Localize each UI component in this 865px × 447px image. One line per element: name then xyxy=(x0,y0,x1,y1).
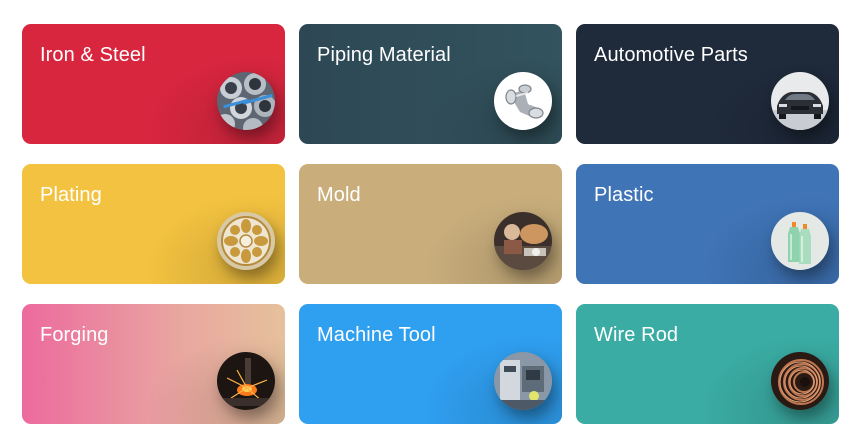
machine-tool-icon xyxy=(494,352,552,410)
plated-ornament-icon xyxy=(217,212,275,270)
category-card-automotive-parts[interactable]: Automotive Parts xyxy=(576,24,839,144)
pipe-elbow-icon xyxy=(494,72,552,130)
category-card-forging[interactable]: Forging xyxy=(22,304,285,424)
category-label: Machine Tool xyxy=(317,324,436,346)
category-label: Piping Material xyxy=(317,44,451,66)
category-card-piping-material[interactable]: Piping Material xyxy=(299,24,562,144)
category-card-wire-rod[interactable]: Wire Rod xyxy=(576,304,839,424)
mold-work-icon xyxy=(494,212,552,270)
category-label: Forging xyxy=(40,324,109,346)
wire-coil-icon xyxy=(771,352,829,410)
category-card-plating[interactable]: Plating xyxy=(22,164,285,284)
category-label: Plating xyxy=(40,184,102,206)
category-card-machine-tool[interactable]: Machine Tool xyxy=(299,304,562,424)
category-card-mold[interactable]: Mold xyxy=(299,164,562,284)
category-card-iron-steel[interactable]: Iron & Steel xyxy=(22,24,285,144)
category-label: Automotive Parts xyxy=(594,44,748,66)
category-label: Plastic xyxy=(594,184,654,206)
forging-sparks-icon xyxy=(217,352,275,410)
category-label: Mold xyxy=(317,184,361,206)
category-card-plastic[interactable]: Plastic xyxy=(576,164,839,284)
category-grid: Iron & Steel Piping Material Automotive … xyxy=(22,24,839,424)
steel-pipes-icon xyxy=(217,72,275,130)
category-label: Iron & Steel xyxy=(40,44,146,66)
car-icon xyxy=(771,72,829,130)
category-label: Wire Rod xyxy=(594,324,679,346)
plastic-bottles-icon xyxy=(771,212,829,270)
